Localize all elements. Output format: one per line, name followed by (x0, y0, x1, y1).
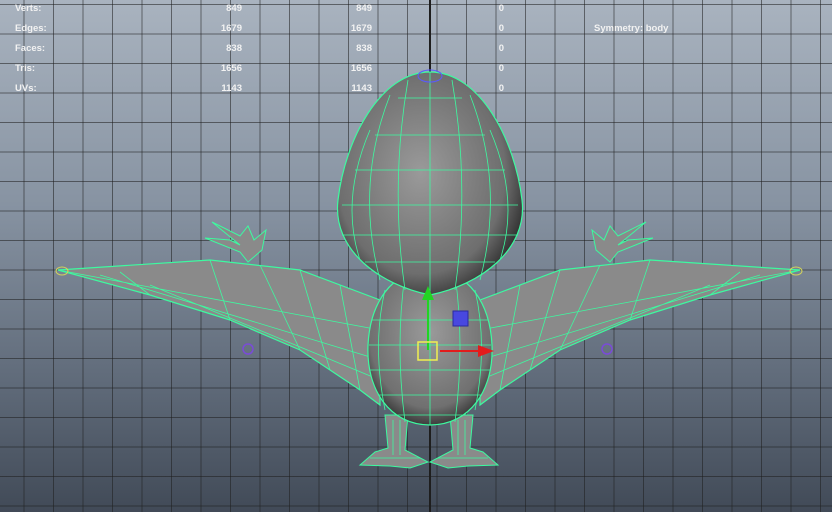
hud-label: Faces: (15, 43, 46, 54)
hud-label: Tris: (15, 63, 36, 74)
hud-label: UVs: (15, 83, 37, 94)
hud-row-uvs: UVs: 1143 1143 0 (0, 83, 700, 97)
hud-value-object: 849 (226, 3, 242, 14)
head-mesh[interactable] (336, 69, 524, 296)
hud-value-object: 838 (226, 43, 242, 54)
hud-value-object: 1656 (220, 63, 242, 74)
poly-count-hud: Verts: 849 849 0 Edges: 1679 1679 0 Face… (0, 0, 832, 100)
right-wing[interactable] (479, 259, 803, 407)
hud-value-selected: 849 (356, 3, 372, 14)
hud-value-object: 1679 (220, 23, 242, 34)
hud-value-selected: 838 (356, 43, 372, 54)
hud-row-faces: Faces: 838 838 0 (0, 43, 700, 57)
hud-value-object: 1143 (221, 83, 242, 94)
hud-value-components: 0 (498, 43, 504, 54)
right-wing-joint[interactable] (601, 343, 613, 355)
hud-value-components: 0 (498, 3, 504, 14)
plane-handle-icon[interactable] (452, 310, 469, 327)
right-hand[interactable] (591, 221, 654, 263)
symmetry-status: Symmetry: body (594, 23, 669, 34)
hud-value-selected: 1143 (351, 83, 372, 94)
hud-value-components: 0 (498, 83, 504, 94)
left-wing-joint[interactable] (242, 343, 254, 355)
hud-value-selected: 1656 (350, 63, 372, 74)
hud-value-components: 0 (498, 23, 504, 34)
hud-label: Verts: (15, 3, 42, 14)
left-hand[interactable] (204, 221, 267, 263)
hud-row-tris: Tris: 1656 1656 0 (0, 63, 700, 77)
hud-row-verts: Verts: 849 849 0 (0, 3, 700, 17)
modeling-viewport[interactable]: Verts: 849 849 0 Edges: 1679 1679 0 Face… (0, 0, 832, 512)
hud-value-components: 0 (498, 63, 504, 74)
left-wing[interactable] (55, 259, 381, 407)
hud-label: Edges: (15, 23, 47, 34)
hud-value-selected: 1679 (350, 23, 372, 34)
